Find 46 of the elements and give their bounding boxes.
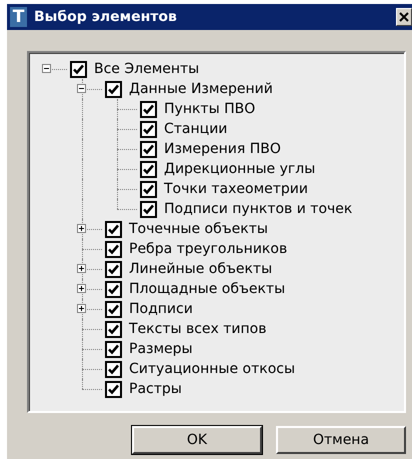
window-title: Выбор элементов xyxy=(34,9,178,25)
checkbox[interactable] xyxy=(140,140,157,158)
close-button[interactable] xyxy=(396,8,412,26)
tree-item-label[interactable]: Растры xyxy=(129,381,182,397)
checkbox[interactable] xyxy=(105,240,122,258)
tree-item-label[interactable]: Станции xyxy=(164,121,228,137)
checkbox[interactable] xyxy=(105,320,122,338)
checkbox[interactable] xyxy=(105,220,122,238)
checkbox[interactable] xyxy=(140,120,157,138)
checkbox[interactable] xyxy=(105,260,122,278)
collapse-toggle[interactable] xyxy=(77,84,86,93)
tree-item-label[interactable]: Размеры xyxy=(129,341,193,357)
checkbox[interactable] xyxy=(105,80,122,98)
tree-item-label[interactable]: Точки тахеометрии xyxy=(164,181,308,197)
tree-item-label[interactable]: Пункты ПВО xyxy=(164,101,256,117)
ok-button[interactable]: OK xyxy=(132,426,262,454)
tree-item-label[interactable]: Измерения ПВО xyxy=(164,141,281,157)
checkbox[interactable] xyxy=(105,340,122,358)
cancel-button[interactable]: Отмена xyxy=(276,426,406,454)
checkbox[interactable] xyxy=(105,360,122,378)
checkbox[interactable] xyxy=(140,100,157,118)
checkbox[interactable] xyxy=(140,160,157,178)
tree-item-label[interactable]: Данные Измерений xyxy=(129,81,273,97)
checkbox[interactable] xyxy=(105,380,122,398)
app-icon: T xyxy=(10,7,27,27)
checkbox[interactable] xyxy=(70,60,87,78)
tree-item-label[interactable]: Все Элементы xyxy=(94,61,200,77)
expand-toggle[interactable] xyxy=(77,304,86,313)
tree-item-label[interactable]: Площадные объекты xyxy=(129,281,286,297)
tree-item-label[interactable]: Подписи xyxy=(129,301,193,317)
checkbox[interactable] xyxy=(105,280,122,298)
tree-item-label[interactable]: Подписи пунктов и точек xyxy=(164,201,352,217)
tree-item-label[interactable]: Тексты всех типов xyxy=(129,321,266,337)
collapse-toggle[interactable] xyxy=(42,64,51,73)
tree-item-label[interactable]: Ситуационные откосы xyxy=(129,361,296,377)
close-icon xyxy=(399,12,409,22)
checkbox[interactable] xyxy=(105,300,122,318)
tree-item-label[interactable]: Точечные объекты xyxy=(129,221,268,237)
tree-item-label[interactable]: Линейные объекты xyxy=(129,261,272,277)
tree-item-label[interactable]: Дирекционные углы xyxy=(164,161,316,177)
checkbox[interactable] xyxy=(140,180,157,198)
tree-item-label[interactable]: Ребра треугольников xyxy=(129,241,288,257)
expand-toggle[interactable] xyxy=(77,264,86,273)
checkbox[interactable] xyxy=(140,200,157,218)
expand-toggle[interactable] xyxy=(77,284,86,293)
expand-toggle[interactable] xyxy=(77,224,86,233)
